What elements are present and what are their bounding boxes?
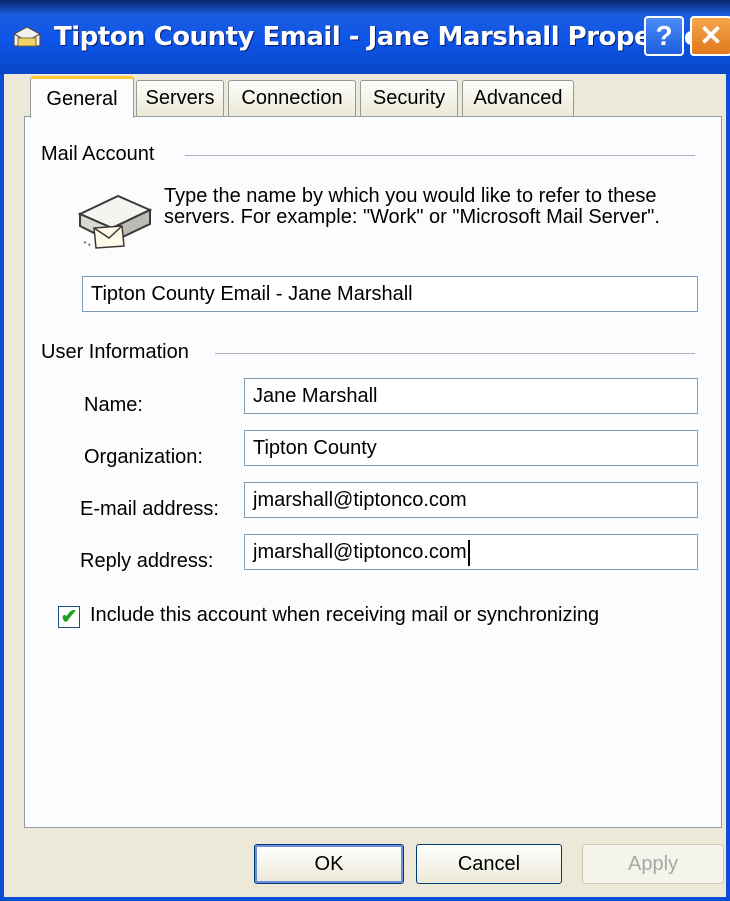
tab-general[interactable]: General — [30, 76, 134, 118]
apply-button[interactable]: Apply — [582, 844, 724, 884]
reply-label: Reply address: — [80, 550, 214, 572]
reply-field[interactable]: jmarshall@tiptonco.com — [244, 534, 698, 570]
close-button[interactable]: ✕ — [690, 16, 730, 56]
mail-account-divider — [185, 155, 695, 156]
mail-account-icon — [13, 26, 41, 47]
mail-account-group-label: Mail Account — [41, 143, 165, 166]
organization-field[interactable]: Tipton County — [244, 430, 698, 466]
mail-server-icon — [77, 194, 153, 249]
name-field[interactable]: Jane Marshall — [244, 378, 698, 414]
tab-connection[interactable]: Connection — [228, 80, 356, 116]
mail-account-description: Type the name by which you would like to… — [164, 185, 660, 228]
tab-advanced[interactable]: Advanced — [462, 80, 574, 116]
name-label: Name: — [84, 394, 143, 416]
user-info-group-label: User Information — [41, 341, 199, 364]
email-label: E-mail address: — [80, 498, 219, 520]
organization-label: Organization: — [84, 446, 203, 468]
text-caret — [467, 539, 470, 566]
cancel-button[interactable]: Cancel — [416, 844, 562, 884]
title-bar[interactable]: Tipton County Email - Jane Marshall Prop… — [0, 0, 730, 74]
tab-servers[interactable]: Servers — [136, 80, 224, 116]
help-button[interactable]: ? — [644, 16, 684, 56]
tab-security[interactable]: Security — [360, 80, 458, 116]
reply-field-value: jmarshall@tiptonco.com — [253, 541, 467, 563]
include-account-label[interactable]: Include this account when receiving mail… — [90, 604, 599, 627]
properties-dialog: Tipton County Email - Jane Marshall Prop… — [0, 0, 730, 901]
email-field[interactable]: jmarshall@tiptonco.com — [244, 482, 698, 518]
ok-button[interactable]: OK — [254, 844, 404, 884]
account-name-field[interactable]: Tipton County Email - Jane Marshall — [82, 276, 698, 312]
include-account-checkbox[interactable]: ✔ — [58, 606, 80, 628]
window-title: Tipton County Email - Jane Marshall Prop… — [54, 22, 716, 52]
user-info-divider — [215, 353, 695, 354]
